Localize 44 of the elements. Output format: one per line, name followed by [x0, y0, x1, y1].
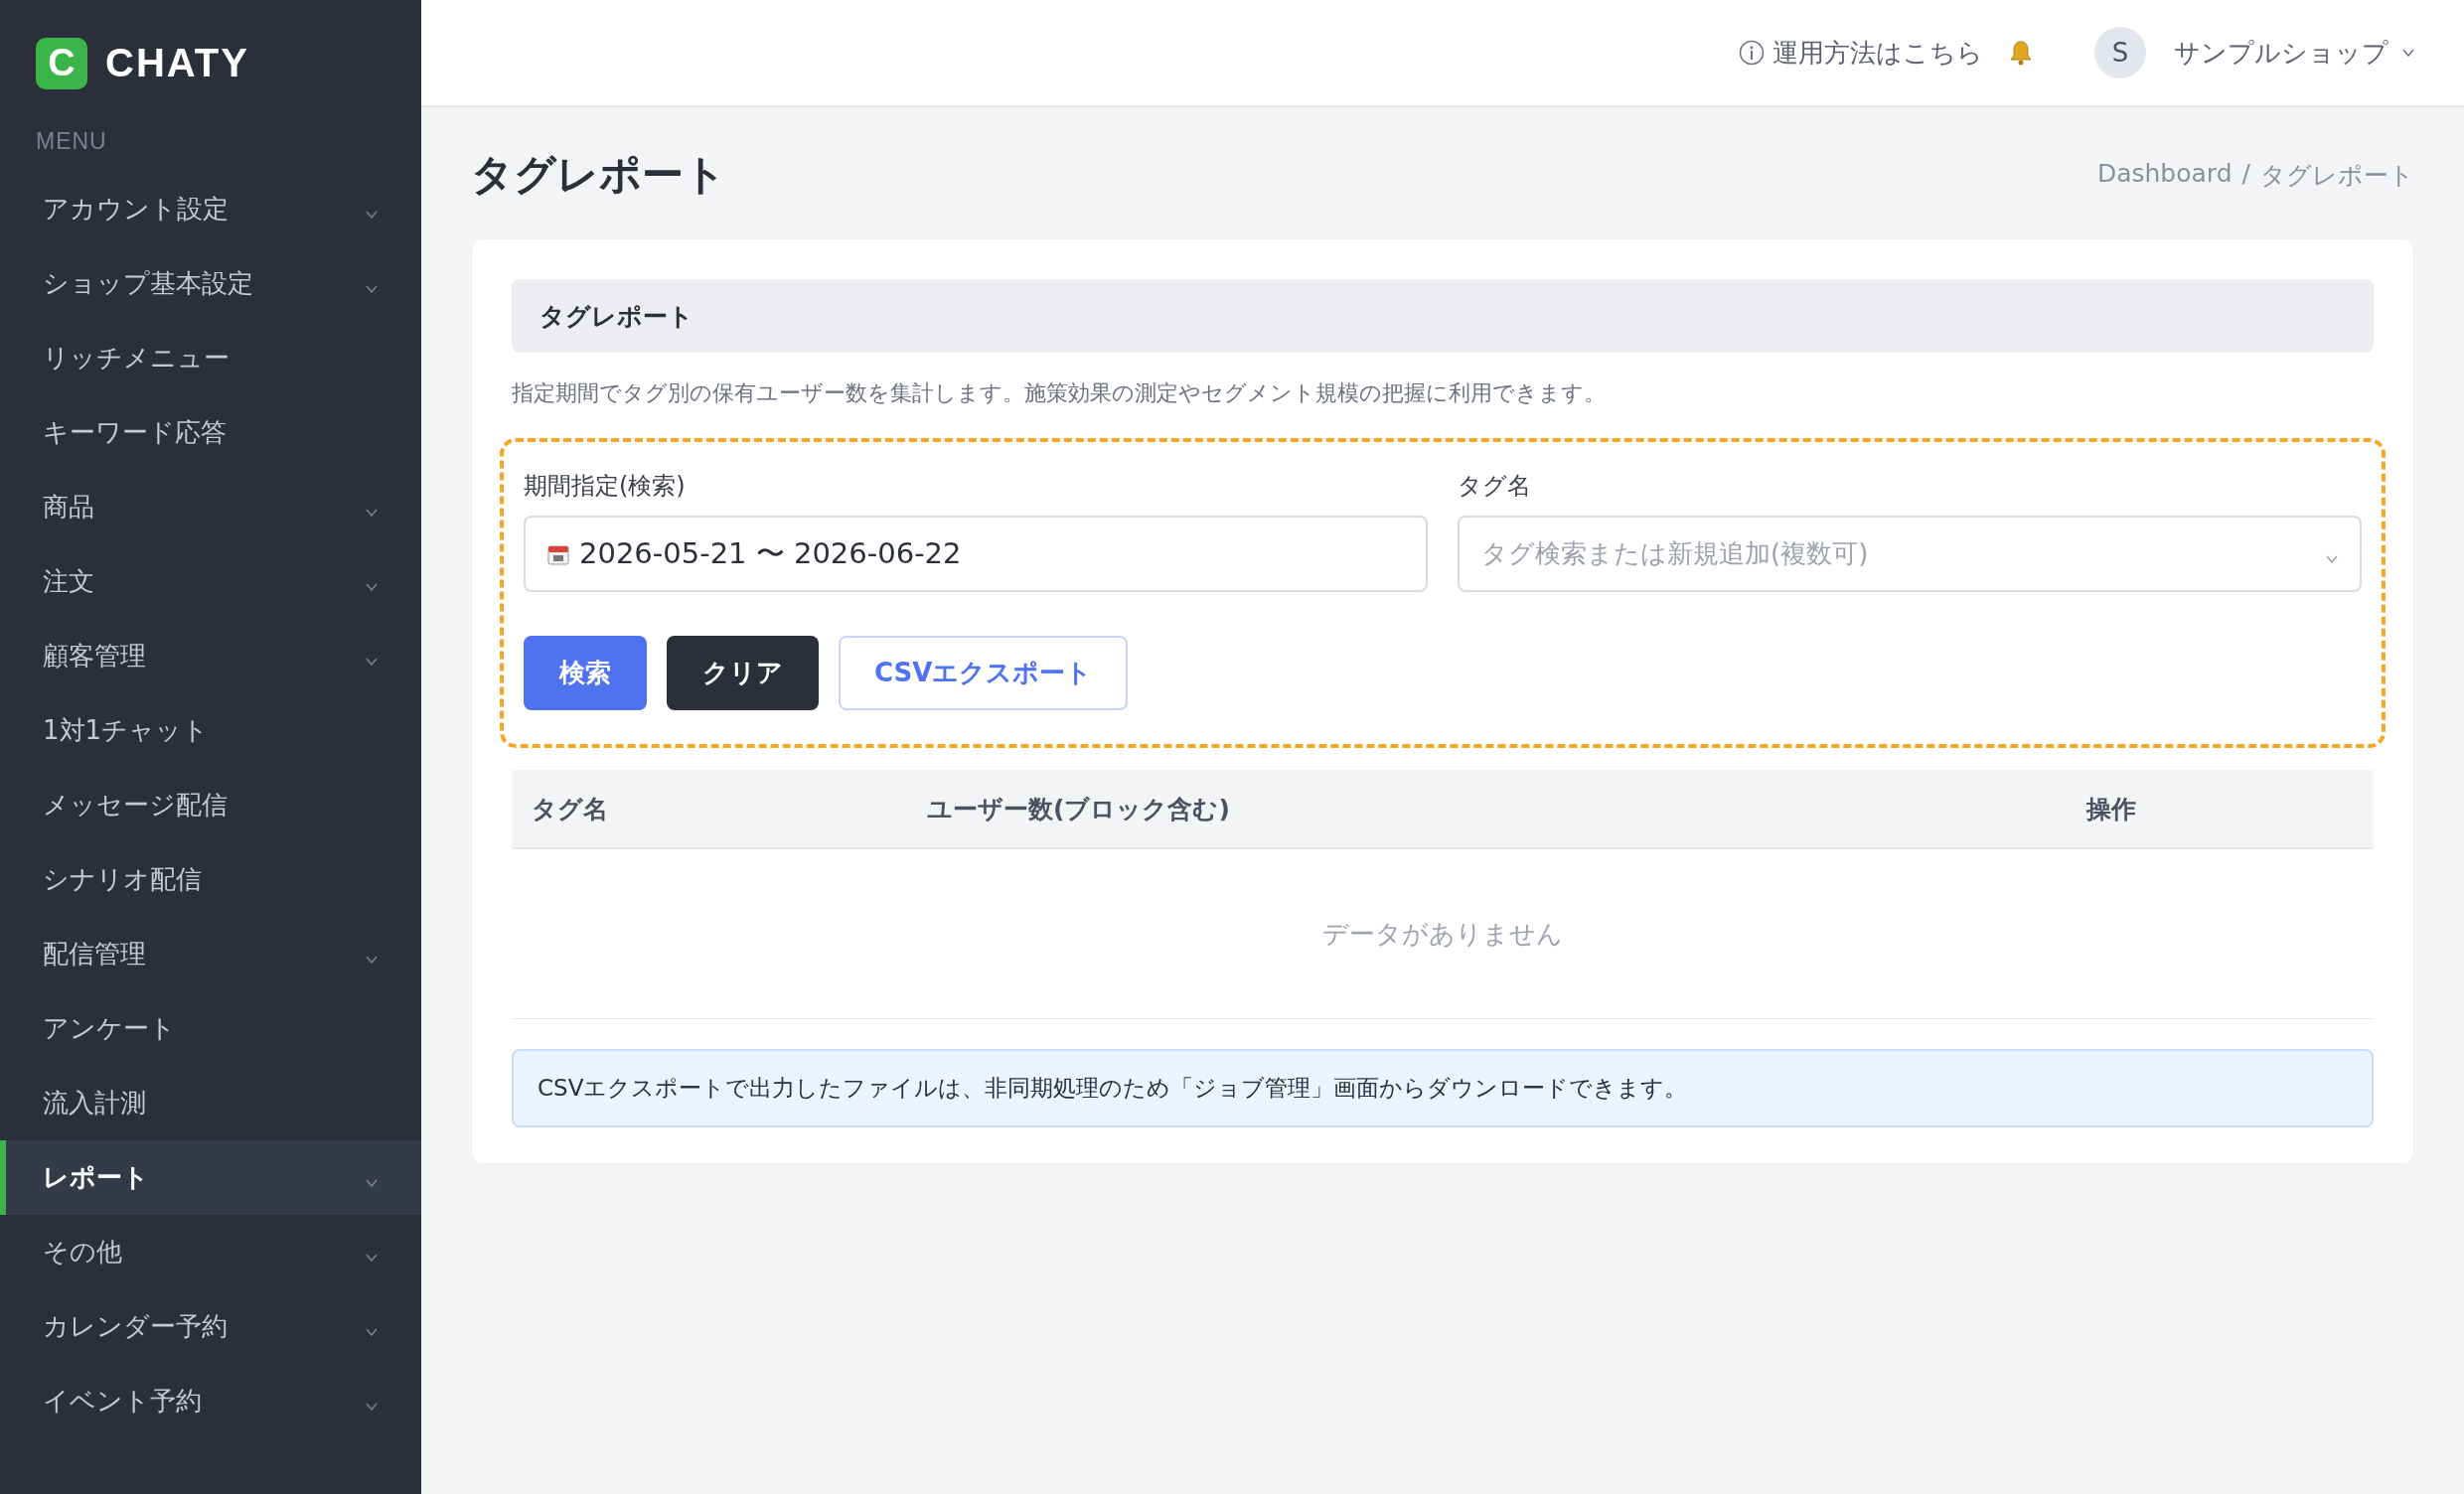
sidebar-item[interactable]: 顧客管理 [0, 619, 421, 693]
sidebar-item[interactable]: リッチメニュー [0, 321, 421, 395]
action-button[interactable]: CSVエクスポート [839, 636, 1129, 710]
column-header: タグ名 [532, 793, 608, 825]
brand-name: CHATY [105, 41, 249, 85]
breadcrumb-item: タグレポート [2260, 159, 2414, 192]
page-title: タグレポート [471, 149, 726, 201]
help-link[interactable]: 運用方法はこちら [1739, 35, 1983, 71]
column-header: ユーザー数(ブロック含む) [927, 793, 1230, 825]
bell-icon[interactable] [2007, 39, 2035, 67]
sidebar-item[interactable]: キーワード応答 [0, 395, 421, 470]
chevron-down-icon[interactable] [2402, 49, 2414, 57]
sidebar-item[interactable]: アンケート [0, 991, 421, 1066]
sidebar-item[interactable]: レポート [0, 1140, 421, 1215]
sidebar-item[interactable]: 注文 [0, 544, 421, 619]
logo-badge: C [36, 37, 87, 89]
sidebar-item[interactable]: イベント予約 [0, 1364, 421, 1438]
sidebar-item[interactable]: ショップ基本設定 [0, 246, 421, 321]
action-button[interactable]: クリア [667, 636, 819, 710]
sidebar-item[interactable]: 配信管理 [0, 917, 421, 991]
field-label: 期間指定(検索) [524, 471, 687, 502]
action-button[interactable]: 検索 [524, 636, 647, 710]
section-title: タグレポート [539, 300, 693, 333]
calendar-icon [547, 542, 569, 565]
empty-message: データがありません [1322, 917, 1563, 951]
column-header: 操作 [2086, 793, 2136, 825]
sidebar-item[interactable]: カレンダー予約 [0, 1289, 421, 1364]
date-range-field[interactable]: 2026-05-21 〜 2026-06-22 [524, 516, 1428, 592]
sidebar-item[interactable]: その他 [0, 1215, 421, 1289]
sidebar-item[interactable]: メッセージ配信 [0, 768, 421, 842]
sidebar-item[interactable]: シナリオ配信 [0, 842, 421, 917]
info-icon [1739, 40, 1765, 66]
avatar[interactable]: S [2094, 27, 2146, 78]
shop-name[interactable]: サンプルショップ [2174, 35, 2388, 71]
sidebar-item[interactable]: 流入計測 [0, 1066, 421, 1140]
info-note: CSVエクスポートで出力したファイルは、非同期処理のため「ジョブ管理」画面からダウンロードできます。 [512, 1049, 2374, 1127]
description-text: 指定期間でタグ別の保有ユーザー数を集計します。施策効果の測定やセグメント規模の把握に利用できます。 [512, 379, 1607, 407]
breadcrumb-separator: / [2241, 158, 2250, 190]
field-label: タグ名 [1458, 471, 1532, 502]
chevron-down-icon [2326, 554, 2338, 563]
sidebar-item[interactable]: アカウント設定 [0, 172, 421, 246]
menu-heading: MENU [35, 127, 108, 156]
sidebar-item[interactable]: 1対1チャット [0, 693, 421, 768]
sidebar-item[interactable]: 商品 [0, 470, 421, 544]
